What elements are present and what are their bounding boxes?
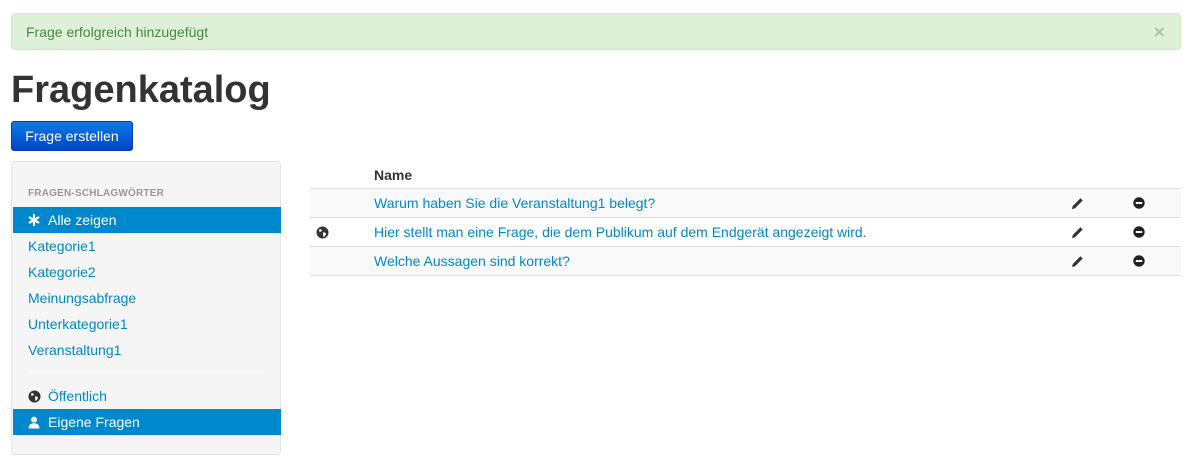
sidebar-item-kategorie1[interactable]: Kategorie1 <box>13 233 281 259</box>
sidebar-item-kategorie2[interactable]: Kategorie2 <box>13 259 281 285</box>
table-header: Name <box>310 161 1181 189</box>
sidebar: FRAGEN-SCHLAGWÖRTER Alle zeigen Kategori… <box>11 161 281 455</box>
sidebar-item-label: Meinungsabfrage <box>28 290 137 306</box>
sidebar-item-unterkategorie1[interactable]: Unterkategorie1 <box>13 311 281 337</box>
globe-icon <box>28 390 48 403</box>
pencil-icon[interactable] <box>1064 255 1120 268</box>
minus-circle-icon[interactable] <box>1120 255 1180 267</box>
pencil-icon[interactable] <box>1064 197 1120 210</box>
column-header-name: Name <box>374 166 413 183</box>
sidebar-item-label: Öffentlich <box>48 388 107 404</box>
sidebar-divider <box>28 372 265 373</box>
sidebar-item-label: Kategorie1 <box>28 238 96 254</box>
success-alert: Frage erfolgreich hinzugefügt × <box>11 13 1181 50</box>
sidebar-item-label: Kategorie2 <box>28 264 96 280</box>
alert-message: Frage erfolgreich hinzugefügt <box>26 23 209 40</box>
question-link[interactable]: Welche Aussagen sind korrekt? <box>374 253 570 269</box>
close-icon[interactable]: × <box>1153 23 1166 40</box>
asterisk-icon <box>28 214 48 226</box>
create-question-button[interactable]: Frage erstellen <box>11 121 133 151</box>
sidebar-item-alle-zeigen[interactable]: Alle zeigen <box>13 207 281 233</box>
question-link[interactable]: Warum haben Sie die Veranstaltung1 beleg… <box>374 195 655 211</box>
table-row: Warum haben Sie die Veranstaltung1 beleg… <box>310 189 1181 218</box>
table-row: Hier stellt man eine Frage, die dem Publ… <box>310 218 1181 247</box>
user-icon <box>28 416 48 429</box>
sidebar-item-label: Alle zeigen <box>48 212 117 228</box>
table-row: Welche Aussagen sind korrekt? <box>310 247 1181 276</box>
sidebar-item-eigene-fragen[interactable]: Eigene Fragen <box>13 409 281 435</box>
sidebar-item-label: Unterkategorie1 <box>28 316 128 332</box>
sidebar-item-oeffentlich[interactable]: Öffentlich <box>13 383 281 409</box>
question-link[interactable]: Hier stellt man eine Frage, die dem Publ… <box>374 224 867 240</box>
minus-circle-icon[interactable] <box>1120 197 1180 209</box>
sidebar-item-meinungsabfrage[interactable]: Meinungsabfrage <box>13 285 281 311</box>
sidebar-item-label: Eigene Fragen <box>48 414 140 430</box>
globe-icon <box>310 226 374 239</box>
sidebar-header: FRAGEN-SCHLAGWÖRTER <box>28 188 165 199</box>
minus-circle-icon[interactable] <box>1120 226 1180 238</box>
pencil-icon[interactable] <box>1064 226 1120 239</box>
questions-table: Name Warum haben Sie die Veranstaltung1 … <box>310 161 1181 276</box>
sidebar-item-label: Veranstaltung1 <box>28 342 122 358</box>
sidebar-item-veranstaltung1[interactable]: Veranstaltung1 <box>13 337 281 363</box>
page-title: Fragenkatalog <box>11 69 271 111</box>
